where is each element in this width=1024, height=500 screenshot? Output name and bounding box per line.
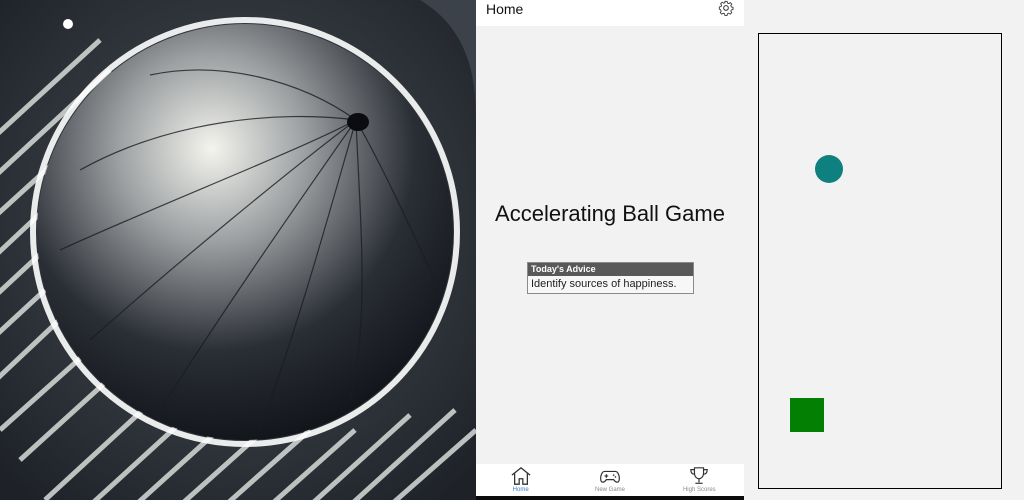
bottom-tab-bar: Home New Game High Scores: [476, 464, 744, 496]
tab-high-scores[interactable]: High Scores: [655, 464, 744, 496]
tab-high-scores-label: High Scores: [682, 487, 716, 493]
home-icon: [511, 467, 531, 485]
splash-artwork: [0, 0, 476, 500]
ball: [815, 155, 843, 183]
screenshot-composite: Home Accelerating Ball Game Today's Advi…: [0, 0, 1024, 500]
game-title: Accelerating Ball Game: [495, 201, 725, 226]
player-square[interactable]: [790, 398, 824, 432]
tab-home[interactable]: Home: [476, 464, 565, 496]
tab-new-game[interactable]: New Game: [565, 464, 654, 496]
advice-heading: Today's Advice: [528, 263, 693, 276]
tab-home-label: Home: [512, 487, 529, 493]
app-bar: Home: [476, 0, 744, 26]
gamepad-icon: [600, 470, 620, 483]
advice-text: Identify sources of happiness.: [531, 278, 677, 290]
home-screen: Home Accelerating Ball Game Today's Advi…: [476, 0, 744, 500]
page-title: Home: [486, 1, 524, 17]
game-board[interactable]: [758, 33, 1002, 489]
trophy-icon: [690, 467, 709, 484]
ball-artwork-image: [0, 0, 476, 500]
advice-card: Today's Advice Identify sources of happi…: [527, 262, 694, 294]
settings-button[interactable]: [718, 0, 734, 16]
gear-icon: [718, 0, 734, 16]
system-nav-strip: [476, 496, 744, 500]
tab-new-game-label: New Game: [594, 487, 625, 493]
game-screen: [744, 0, 1024, 500]
